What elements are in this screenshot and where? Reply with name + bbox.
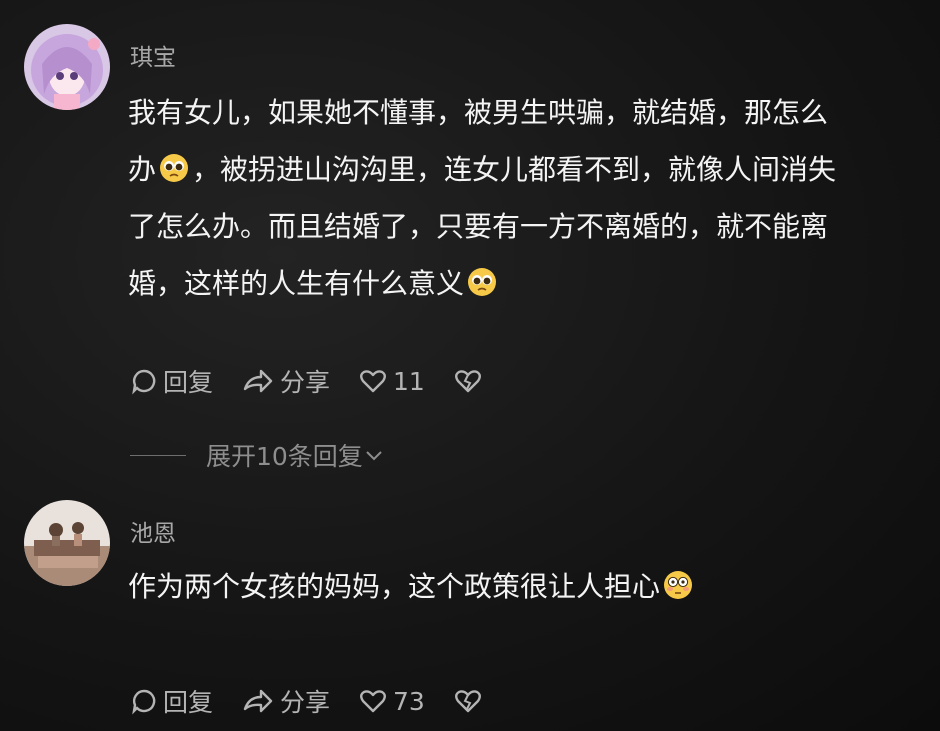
avatar-anime-girl-icon — [24, 24, 110, 110]
chevron-down-icon — [366, 451, 382, 461]
comment-line-rest: 婚，这样的人生有什么意义 — [128, 267, 465, 300]
comment-actions: 回复 分享 73 — [130, 684, 516, 718]
like-button[interactable]: 73 — [358, 687, 425, 716]
share-button[interactable]: 分享 — [241, 363, 330, 399]
reply-button[interactable]: 回复 — [130, 683, 213, 719]
username[interactable]: 琪宝 — [130, 38, 176, 72]
comment-line-prefix: 办 — [128, 153, 157, 186]
pleading-face-icon — [159, 145, 189, 182]
comment-line-rest: ，被拐进山沟沟里，连女儿都看不到，就像人间消失 — [192, 153, 837, 186]
share-label: 分享 — [280, 688, 331, 717]
broken-heart-icon — [454, 690, 481, 713]
comment-line: 了怎么办。而且结婚了，只要有一方不离婚的，就不能离 — [128, 210, 829, 243]
comment-actions: 回复 分享 11 — [130, 364, 516, 398]
expand-replies-button[interactable]: 展开10条回复 — [130, 437, 385, 473]
heart-icon — [360, 370, 386, 393]
avatar[interactable] — [24, 24, 110, 110]
reply-bubble-icon — [132, 689, 156, 715]
like-button[interactable]: 11 — [358, 367, 425, 396]
share-button[interactable]: 分享 — [241, 683, 330, 719]
divider — [130, 454, 186, 456]
comment-text: 作为两个女孩的妈妈，这个政策很让人担心 — [128, 558, 910, 615]
avatar-photo-icon — [24, 500, 110, 586]
comment-line: 婚，这样的人生有什么意义 — [128, 255, 910, 312]
share-arrow-icon — [243, 369, 273, 393]
comment-line: 作为两个女孩的妈妈，这个政策很让人担心 — [128, 558, 910, 615]
comment-item: 池恩 作为两个女孩的妈妈，这个政策很让人担心 回复 分享 73 — [0, 480, 940, 731]
reply-label: 回复 — [163, 688, 214, 717]
comment-item: 琪宝 我有女儿，如果她不懂事，被男生哄骗，就结婚，那怎么 办 ，被拐进山沟沟里，… — [0, 0, 940, 420]
reply-label: 回复 — [163, 368, 214, 397]
avatar[interactable] — [24, 500, 110, 586]
pleading-face-icon — [467, 259, 497, 296]
share-label: 分享 — [280, 368, 331, 397]
share-arrow-icon — [243, 689, 273, 713]
username[interactable]: 池恩 — [130, 514, 176, 548]
comment-text: 我有女儿，如果她不懂事，被男生哄骗，就结婚，那怎么 办 ，被拐进山沟沟里，连女儿… — [128, 84, 910, 312]
reply-button[interactable]: 回复 — [130, 363, 213, 399]
comment-line: 我有女儿，如果她不懂事，被男生哄骗，就结婚，那怎么 — [128, 96, 829, 129]
flushed-face-icon — [663, 562, 693, 599]
heart-icon — [360, 690, 386, 713]
comment-line-rest: 作为两个女孩的妈妈，这个政策很让人担心 — [128, 570, 661, 603]
dislike-button[interactable] — [453, 687, 488, 715]
comment-line: 办 ，被拐进山沟沟里，连女儿都看不到，就像人间消失 — [128, 141, 910, 198]
broken-heart-icon — [454, 370, 481, 393]
dislike-button[interactable] — [453, 367, 488, 395]
like-count: 11 — [393, 366, 425, 396]
reply-bubble-icon — [132, 369, 156, 395]
expand-replies-label: 展开10条回复 — [206, 442, 363, 471]
like-count: 73 — [393, 686, 425, 716]
